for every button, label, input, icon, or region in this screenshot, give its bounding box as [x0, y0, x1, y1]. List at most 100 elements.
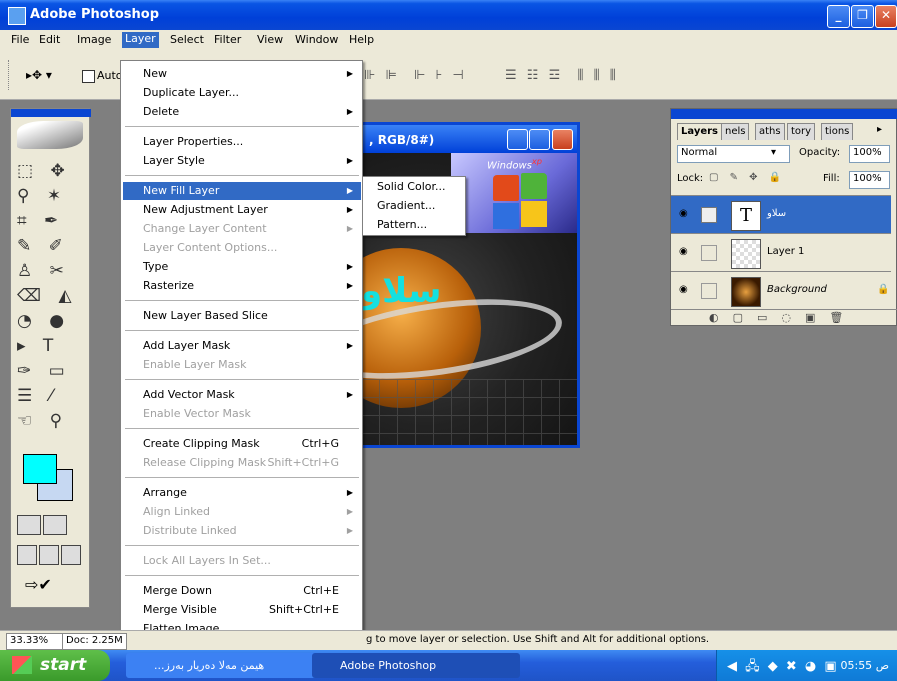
tools-grid[interactable]: ⬚ ✥ ⚲ ✶ ⌗ ✒ ✎ ✐ ♙ ✂ ⌫ ◭ ◔ ● ▸ T ✑ ▭ ☰ ⁄ ☜ ⚲ — [17, 159, 85, 434]
standard-mode-button[interactable] — [17, 515, 41, 535]
tab-paths[interactable]: aths — [755, 123, 785, 140]
menu-help[interactable]: Help — [346, 33, 377, 49]
submenu-pattern[interactable]: Pattern... — [377, 216, 427, 234]
menu-select[interactable]: Select — [167, 33, 207, 49]
layer-name[interactable]: Layer 1 — [767, 246, 804, 257]
layer-row[interactable]: ◉ Background 🔒 — [671, 271, 891, 310]
menu-item-merge-down[interactable]: Merge Down Ctrl+E — [123, 582, 361, 600]
jump-to-imageready-icon[interactable]: ⇨✔ — [25, 575, 52, 594]
menu-item-label: Type — [143, 260, 169, 273]
menu-item-distribute-linked[interactable]: Distribute Linked ▶ — [123, 522, 361, 540]
layer-row[interactable]: ◉ Layer 1 — [671, 233, 891, 272]
doc-size[interactable]: Doc: 2.25M — [62, 633, 127, 650]
menu-item-label: Enable Vector Mask — [143, 407, 251, 420]
type-layer-thumb: T — [731, 201, 761, 231]
opacity-label: Opacity: — [799, 147, 841, 158]
close-button[interactable]: ✕ — [875, 5, 897, 28]
layers-bottom-toolbar-icons[interactable]: ◐▢▭◌▣🗑 — [671, 309, 897, 328]
tab-actions[interactable]: tions — [821, 123, 854, 140]
tab-history[interactable]: tory — [787, 123, 816, 140]
distribute-buttons-icon[interactable]: ☰ ☷ ☲ ⫼ ⫼ ⫼ — [505, 68, 619, 83]
menu-filter[interactable]: Filter — [211, 33, 244, 49]
menu-window[interactable]: Window — [292, 33, 341, 49]
canvas-arabic-text: ﺳﻼﻭ — [361, 271, 442, 311]
doc-minimize-button[interactable] — [507, 129, 528, 150]
menu-item-release-clipping-mask[interactable]: Release Clipping Mask Shift+Ctrl+G — [123, 454, 361, 472]
menu-item-create-clipping-mask[interactable]: Create Clipping Mask Ctrl+G — [123, 435, 361, 453]
tab-layers[interactable]: Layers — [677, 123, 722, 140]
menu-item-layer-style[interactable]: Layer Style ▶ — [123, 152, 361, 170]
tab-channels[interactable]: nels — [721, 123, 750, 140]
menu-item-new[interactable]: New ▶ — [123, 65, 361, 83]
align-buttons-icon[interactable]: ⊪ ⊫ ⊩ ⊦ ⊣ — [364, 68, 467, 83]
clock: 05:55 ص — [840, 659, 889, 672]
menu-item-rasterize[interactable]: Rasterize ▶ — [123, 277, 361, 295]
visibility-eye-icon[interactable]: ◉ — [679, 208, 688, 219]
menu-item-delete[interactable]: Delete ▶ — [123, 103, 361, 121]
quick-mask-button[interactable] — [43, 515, 67, 535]
lock-options-icon[interactable]: ▢ ✎ ✥ 🔒 — [709, 172, 785, 183]
screen-mode-1-button[interactable] — [17, 545, 37, 565]
blend-mode-chevron-icon[interactable]: ▾ — [771, 147, 776, 158]
foreground-color-swatch[interactable] — [23, 454, 57, 484]
link-brush-icon[interactable] — [701, 207, 717, 223]
opacity-input[interactable]: 100% — [849, 145, 890, 163]
document-window: , RGB/8#) Windowsxp ﺳﻼﻭ — [358, 122, 580, 448]
menu-item-arrange[interactable]: Arrange ▶ — [123, 484, 361, 502]
menu-item-add-layer-mask[interactable]: Add Layer Mask ▶ — [123, 337, 361, 355]
screen-mode-3-button[interactable] — [61, 545, 81, 565]
layer-row[interactable]: ◉ T ﺳﻼﻭ — [671, 195, 891, 234]
menu-item-duplicate-layer[interactable]: Duplicate Layer... — [123, 84, 361, 102]
menu-file[interactable]: File — [8, 33, 32, 49]
menu-image[interactable]: Image — [74, 33, 114, 49]
menu-edit[interactable]: Edit — [36, 33, 63, 49]
maximize-button[interactable]: ❐ — [851, 5, 874, 28]
menu-separator — [125, 379, 359, 380]
doc-maximize-button[interactable] — [529, 129, 550, 150]
menu-item-layer-properties[interactable]: Layer Properties... — [123, 133, 361, 151]
palette-menu-arrow-icon[interactable]: ▸ — [877, 124, 882, 135]
minimize-button[interactable]: _ — [827, 5, 850, 28]
feather-logo-icon[interactable] — [17, 121, 83, 149]
submenu-gradient[interactable]: Gradient... — [377, 197, 435, 215]
menu-item-add-vector-mask[interactable]: Add Vector Mask ▶ — [123, 386, 361, 404]
taskbar-item[interactable]: Adobe Photoshop — [312, 653, 520, 678]
screen-mode-2-button[interactable] — [39, 545, 59, 565]
auto-select-checkbox[interactable] — [82, 70, 95, 83]
menu-item-new-fill-layer[interactable]: New Fill Layer ▶ — [123, 182, 361, 200]
doc-close-button[interactable] — [552, 129, 573, 150]
tray-icons[interactable]: ◀ 🖧 ◆ ✖ ◕ ▣ — [727, 657, 839, 679]
menu-item-label: Align Linked — [143, 505, 210, 518]
visibility-eye-icon[interactable]: ◉ — [679, 246, 688, 257]
palette-titlebar[interactable] — [671, 109, 897, 119]
link-slot[interactable] — [701, 245, 717, 261]
menu-item-new-layer-based-slice[interactable]: New Layer Based Slice — [123, 307, 361, 325]
menu-item-align-linked[interactable]: Align Linked ▶ — [123, 503, 361, 521]
menu-item-label: Layer Style — [143, 154, 205, 167]
submenu-solid-color[interactable]: Solid Color... — [377, 178, 446, 196]
menu-item-enable-vector-mask[interactable]: Enable Vector Mask — [123, 405, 361, 423]
menu-item-merge-visible[interactable]: Merge Visible Shift+Ctrl+E — [123, 601, 361, 619]
menu-layer[interactable]: Layer — [122, 32, 159, 48]
menu-separator — [125, 175, 359, 176]
window-title: Adobe Photoshop — [30, 7, 160, 22]
toolbar-grip[interactable] — [8, 60, 12, 90]
taskbar-item[interactable]: ...ﻫﻴﻤﻦ ﻣﻪﻻ ﺩﻩﺭﻳﺎﺭ ﺑﻪﺭﺯ — [126, 653, 334, 678]
start-button[interactable]: start — [0, 650, 110, 681]
system-tray: ◀ 🖧 ◆ ✖ ◕ ▣ 05:55 ص — [716, 650, 897, 681]
visibility-eye-icon[interactable]: ◉ — [679, 284, 688, 295]
menu-item-enable-layer-mask[interactable]: Enable Layer Mask — [123, 356, 361, 374]
menu-view[interactable]: View — [254, 33, 286, 49]
document-titlebar[interactable]: , RGB/8#) — [361, 125, 577, 153]
fill-input[interactable]: 100% — [849, 171, 890, 189]
menu-item-new-adjustment-layer[interactable]: New Adjustment Layer ▶ — [123, 201, 361, 219]
menu-item-change-layer-content[interactable]: Change Layer Content ▶ — [123, 220, 361, 238]
move-tool-icon[interactable]: ▸✥ ▾ — [26, 68, 52, 82]
layer-name[interactable]: Background — [767, 284, 827, 295]
menu-item-lock-all-layers-in-set[interactable]: Lock All Layers In Set... — [123, 552, 361, 570]
menu-item-layer-content-options[interactable]: Layer Content Options... — [123, 239, 361, 257]
menu-item-type[interactable]: Type ▶ — [123, 258, 361, 276]
layer-name[interactable]: ﺳﻼﻭ — [767, 208, 786, 219]
zoom-level[interactable]: 33.33% — [6, 633, 65, 650]
link-slot[interactable] — [701, 283, 717, 299]
